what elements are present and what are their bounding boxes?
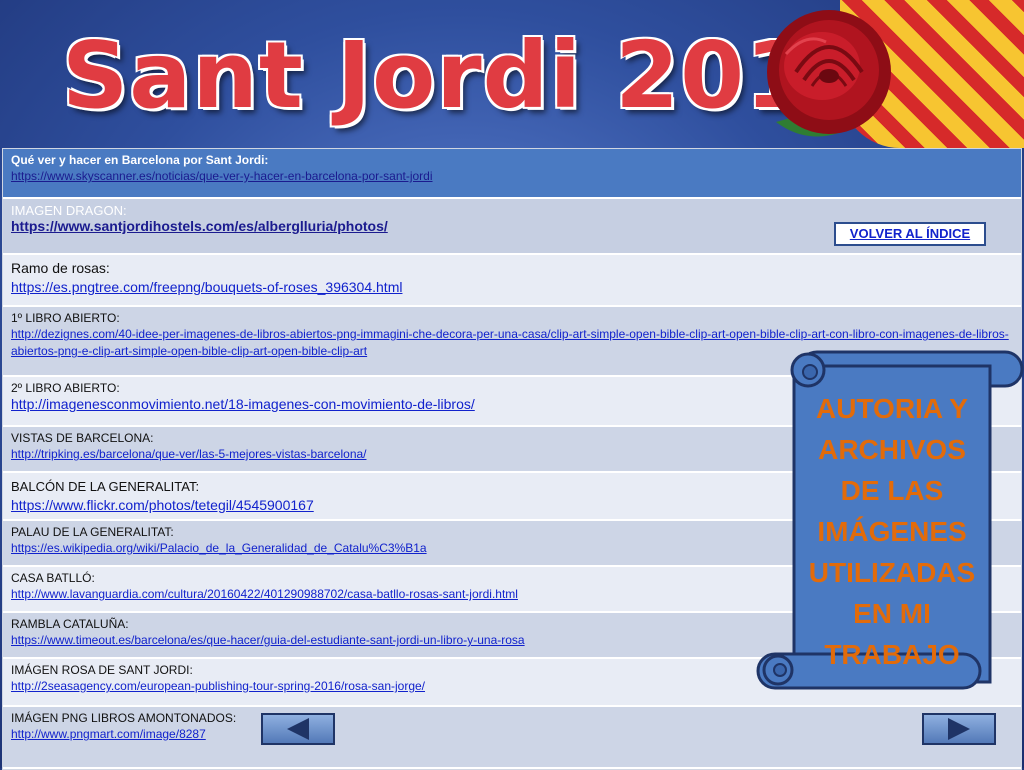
previous-slide-button[interactable] (261, 713, 335, 745)
banner-line: UTILIZADAS (808, 557, 976, 588)
row-label: Ramo de rosas: (11, 260, 110, 276)
row-link[interactable]: http://www.pngmart.com/image/8287 (11, 726, 1013, 743)
volver-al-indice-button[interactable]: VOLVER AL ÍNDICE (834, 222, 986, 246)
banner-line: ARCHIVOS (818, 434, 966, 465)
red-rose-image (767, 10, 891, 137)
left-arrow-icon (287, 718, 309, 740)
scroll-banner-text: AUTORIA Y ARCHIVOS DE LAS IMÁGENES UTILI… (792, 388, 992, 675)
table-row: Ramo de rosas: https://es.pngtree.com/fr… (3, 255, 1021, 307)
row-link[interactable]: https://www.skyscanner.es/noticias/que-v… (11, 168, 1013, 185)
banner-line: EN MI (853, 598, 931, 629)
table-row: IMÁGEN PNG LIBROS AMONTONADOS: http://ww… (3, 707, 1021, 769)
row-label: 1º LIBRO ABIERTO: (11, 311, 120, 325)
page-title: Sant Jordi 2018 (62, 22, 876, 129)
banner-line: IMÁGENES (817, 516, 967, 547)
right-arrow-icon (948, 718, 970, 740)
row-label: IMÁGEN PNG LIBROS AMONTONADOS: (11, 711, 237, 725)
row-label: Qué ver y hacer en Barcelona por Sant Jo… (11, 153, 269, 167)
banner-line: DE LAS (840, 475, 944, 506)
table-row: Qué ver y hacer en Barcelona por Sant Jo… (3, 149, 1021, 199)
banner-line: AUTORIA Y (816, 393, 968, 424)
banner-line: TRABAJO (824, 639, 960, 670)
row-link[interactable]: https://es.pngtree.com/freepng/bouquets-… (11, 278, 1013, 297)
row-label: IMAGEN DRAGON: (11, 203, 127, 218)
next-slide-button[interactable] (922, 713, 996, 745)
